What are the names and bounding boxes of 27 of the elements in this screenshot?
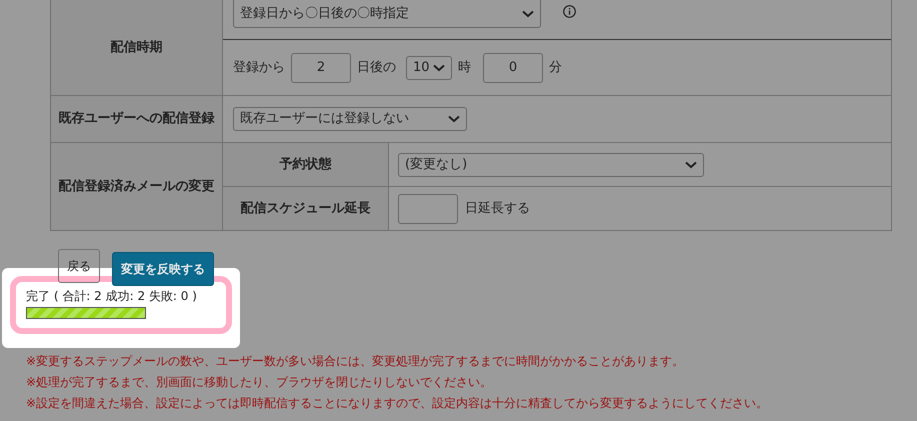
apply-button[interactable]: 変更を反映する (112, 252, 214, 286)
dropdown[interactable]: (変更なし) (398, 152, 704, 176)
status-text: 完了 ( 合計: 2 成功: 2 失敗: 0 ) (26, 288, 198, 304)
row-label: 既存ユーザーへの配信登録 (58, 110, 214, 128)
caret-icon (433, 64, 445, 72)
field-label: 時 (458, 58, 471, 77)
input-field[interactable]: 2 (291, 52, 351, 82)
field-label: 日後の (357, 58, 396, 77)
dropdown[interactable]: 登録日から〇日後の〇時指定 (233, 0, 541, 28)
field-label: 日延長する (465, 200, 530, 218)
dropdown[interactable]: 既存ユーザーには登録しない (233, 107, 467, 131)
caret-icon (685, 160, 697, 168)
row-label: 予約状態 (280, 156, 332, 174)
field-label: 登録から (233, 58, 285, 77)
input-field[interactable]: 0 (483, 52, 543, 82)
caret-icon (522, 10, 534, 18)
row-label: 配信スケジュール延長 (240, 200, 370, 218)
warning-note: ※変更するステップメールの数や、ユーザー数が多い場合には、変更処理が完了するまでに時間がかかることがあります。 (26, 353, 686, 370)
row-label: 配信時期 (110, 38, 162, 57)
row-label: 配信登録済みメールの変更 (58, 178, 214, 196)
field-label: 分 (549, 58, 562, 77)
dropdown[interactable]: 10 (406, 56, 452, 80)
input-field[interactable] (398, 194, 458, 224)
info-icon[interactable] (563, 5, 576, 18)
warning-note: ※設定を間違えた場合、設定によっては即時配信することになりますので、設定内容は十分に精査してから変更するようにしてください。 (26, 395, 770, 412)
caret-icon (448, 115, 460, 123)
warning-note: ※処理が完了するまで、別画面に移動したり、ブラウザを閉じたりしないでください。 (26, 374, 494, 391)
